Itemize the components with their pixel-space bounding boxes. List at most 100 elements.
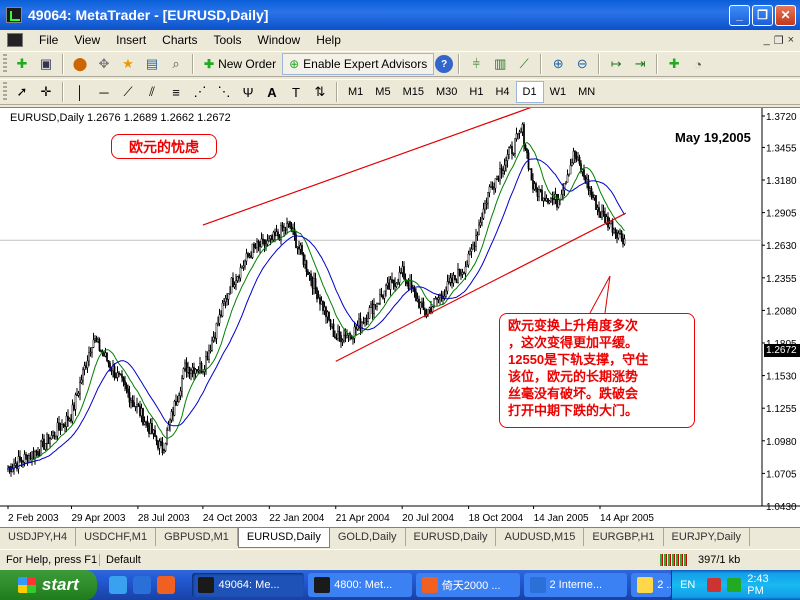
candle-body xyxy=(128,392,131,403)
title-bar[interactable]: 49064: MetaTrader - [EURUSD,Daily] _ ❐ ✕ xyxy=(0,0,800,30)
toolbar-grip[interactable] xyxy=(3,54,7,74)
date-tick-label: 14 Apr 2005 xyxy=(600,513,654,524)
taskbar-task[interactable]: 4800: Met... xyxy=(308,573,412,597)
quick-launch-app-icon[interactable] xyxy=(156,576,175,594)
taskbar-task[interactable]: 2 Interne... xyxy=(523,573,628,597)
candle-body xyxy=(397,282,399,284)
timeframe-d1[interactable]: D1 xyxy=(515,81,544,103)
timeframe-h1[interactable]: H1 xyxy=(463,81,489,103)
zoom-out-icon[interactable]: ⊖ xyxy=(571,53,593,75)
profiles-icon[interactable]: ▣ xyxy=(35,53,57,75)
clock[interactable]: 2:43 PM xyxy=(747,573,788,597)
candlestick-chart-icon[interactable]: ▥ xyxy=(489,53,511,75)
menu-insert[interactable]: Insert xyxy=(108,33,154,47)
chart-title-annotation[interactable]: 欧元的忧虑 xyxy=(111,134,217,159)
strategy-tester-icon[interactable]: ⌕ xyxy=(165,53,187,75)
text-icon[interactable]: A xyxy=(261,81,283,103)
chart-date-annotation[interactable]: May 19,2005 xyxy=(675,130,751,145)
line-chart-icon[interactable]: ⟋ xyxy=(513,53,535,75)
auto-scroll-icon[interactable]: ↦ xyxy=(605,53,627,75)
new-chart-icon[interactable]: ✚ xyxy=(11,53,33,75)
arrows-icon[interactable]: ⇅ xyxy=(309,81,331,103)
tab-gbpusd-m1[interactable]: GBPUSD,M1 xyxy=(156,528,238,546)
maximize-button[interactable]: ❐ xyxy=(752,4,773,26)
candle-body xyxy=(568,173,570,176)
menu-view[interactable]: View xyxy=(66,33,108,47)
terminal-icon[interactable]: ▤ xyxy=(141,53,163,75)
tab-gold-daily[interactable]: GOLD,Daily xyxy=(330,528,406,546)
timeframe-mn[interactable]: MN xyxy=(572,81,601,103)
toolbar-grip[interactable] xyxy=(3,82,7,102)
horizontal-line-icon[interactable]: ─ xyxy=(93,81,115,103)
candle-body xyxy=(245,253,248,262)
chart-symbol-header: EURUSD,Daily 1.2676 1.2689 1.2662 1.2672 xyxy=(10,112,231,124)
favorites-icon[interactable]: ★ xyxy=(117,53,139,75)
periods-icon[interactable]: ◔ xyxy=(687,53,709,75)
start-button[interactable]: start xyxy=(0,570,97,600)
help-icon[interactable]: ? xyxy=(435,55,454,73)
timeframe-m5[interactable]: M5 xyxy=(369,81,396,103)
tab-audusd-m15[interactable]: AUDUSD,M15 xyxy=(496,528,585,546)
timeframe-m15[interactable]: M15 xyxy=(397,81,430,103)
vertical-line-icon[interactable]: │ xyxy=(69,81,91,103)
market-watch-icon[interactable]: ⬤ xyxy=(69,53,91,75)
candle-body xyxy=(539,189,542,191)
menu-window[interactable]: Window xyxy=(250,33,309,47)
mdi-minimize-button[interactable]: _ xyxy=(764,34,770,47)
timeframe-m30[interactable]: M30 xyxy=(430,81,463,103)
candle-body xyxy=(464,266,467,274)
timeframe-h4[interactable]: H4 xyxy=(489,81,515,103)
tab-usdjpy-h4[interactable]: USDJPY,H4 xyxy=(0,528,77,546)
annotation-line: 打开中期下跌的大门。 xyxy=(508,403,639,418)
tab-eurjpy-daily[interactable]: EURJPY,Daily xyxy=(664,528,751,546)
metatrader-app-icon[interactable] xyxy=(6,7,22,23)
tab-eurusd-daily-2[interactable]: EURUSD,Daily xyxy=(406,528,497,546)
pitchfork-icon[interactable]: Ψ xyxy=(237,81,259,103)
taskbar-task[interactable]: 49064: Me... xyxy=(192,573,305,597)
indicators-icon[interactable]: ✚ xyxy=(663,53,685,75)
fibo-fan-icon[interactable]: ⋰ xyxy=(189,81,211,103)
zoom-in-icon[interactable]: ⊕ xyxy=(547,53,569,75)
bar-chart-icon[interactable]: ⫩ xyxy=(465,53,487,75)
menu-help[interactable]: Help xyxy=(308,33,349,47)
channel-icon[interactable]: ⫽ xyxy=(141,81,163,103)
document-icon[interactable] xyxy=(7,33,23,47)
tab-eurusd-daily[interactable]: EURUSD,Daily xyxy=(237,528,330,548)
menu-tools[interactable]: Tools xyxy=(206,33,250,47)
analysis-annotation[interactable]: 欧元变换上升角度多次 ，这次变得更加平缓。 12550是下轨支撑，守住 该位，欧… xyxy=(499,313,695,428)
expert-advisors-button[interactable]: ⊕ Enable Expert Advisors xyxy=(282,53,435,75)
menu-file[interactable]: File xyxy=(31,33,66,47)
tray-app-icon[interactable] xyxy=(707,578,722,592)
timeframe-w1[interactable]: W1 xyxy=(544,81,573,103)
chart-window[interactable]: 1.3720 1.3455 1.3180 1.2905 1.2630 1.2355 1.20… xyxy=(0,107,800,527)
trendline-icon[interactable]: ⟋ xyxy=(117,81,139,103)
cursor-icon[interactable]: ➚ xyxy=(11,81,33,103)
folder-task-icon xyxy=(637,577,654,593)
candle-body xyxy=(61,423,63,431)
navigator-icon[interactable]: ✥ xyxy=(93,53,115,75)
mdi-close-button[interactable]: × xyxy=(788,34,794,47)
new-order-button[interactable]: ✚ New Order xyxy=(198,53,282,75)
tab-usdchf-m1[interactable]: USDCHF,M1 xyxy=(76,528,157,546)
taskbar-task[interactable]: 2 ... xyxy=(631,573,672,597)
quick-launch-browser-icon[interactable] xyxy=(132,576,151,594)
language-indicator[interactable]: EN xyxy=(680,579,695,591)
gann-fan-icon[interactable]: ⋱ xyxy=(213,81,235,103)
taskbar-task[interactable]: 倚天2000 ... xyxy=(415,573,520,597)
tab-eurgbp-h1[interactable]: EURGBP,H1 xyxy=(584,528,664,546)
crosshair-icon[interactable]: ✛ xyxy=(35,81,57,103)
fibonacci-icon[interactable]: ≡ xyxy=(165,81,187,103)
menu-charts[interactable]: Charts xyxy=(154,33,205,47)
candle-body xyxy=(71,404,74,422)
chart-shift-icon[interactable]: ⇥ xyxy=(629,53,651,75)
quick-launch-ie-icon[interactable] xyxy=(108,576,127,594)
candle-body xyxy=(88,352,90,362)
tray-network-icon[interactable] xyxy=(727,578,742,592)
candle-body xyxy=(500,168,503,174)
text-label-icon[interactable]: T xyxy=(285,81,307,103)
candle-body xyxy=(34,451,36,459)
mdi-restore-button[interactable]: ❐ xyxy=(774,34,784,47)
minimize-button[interactable]: _ xyxy=(729,4,750,26)
timeframe-m1[interactable]: M1 xyxy=(342,81,369,103)
close-button[interactable]: ✕ xyxy=(775,4,796,26)
